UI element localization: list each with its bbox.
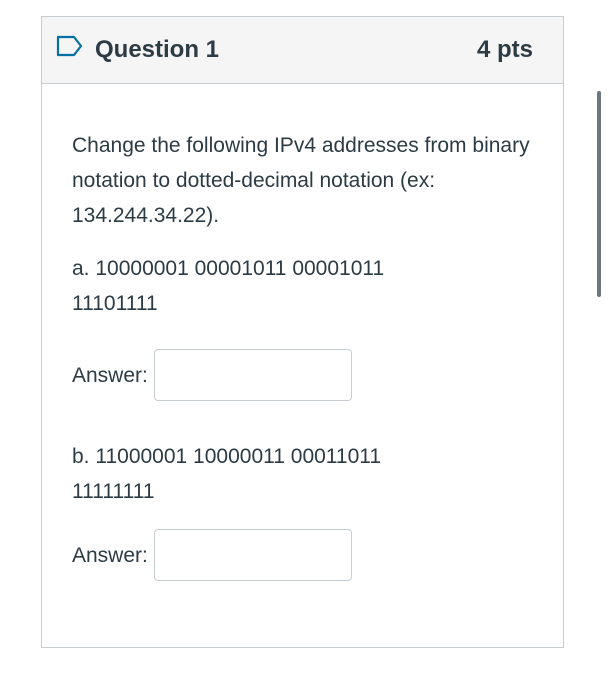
item-b-line2: 11111111 [72,480,155,503]
question-title: Question 1 [95,36,220,63]
item-b-text: b. 11000001 10000011 00011011 11111111 [72,439,533,509]
bookmark-flag-icon[interactable] [56,35,84,57]
answer-label-a: Answer: [72,363,148,387]
answer-input-b[interactable] [153,529,352,581]
answer-row-a: Answer: [72,347,533,403]
answer-label-b: Answer: [72,543,148,567]
question-prompt: Change the following IPv4 addresses from… [72,134,530,227]
item-b-line1: b. 11000001 10000011 00011011 [72,445,382,468]
question-points: 4 pts [476,36,533,63]
answer-input-a[interactable] [153,349,352,401]
item-a-line2: 11101111 [72,292,158,315]
question-body: Change the following IPv4 addresses from… [42,84,563,583]
question-header: Question 1 4 pts [42,17,563,84]
item-a-line1: a. 10000001 00001011 00001011 [72,257,385,280]
question-card: Question 1 4 pts Change the following IP… [41,16,564,648]
vertical-scrollbar[interactable] [597,91,601,297]
answer-row-b: Answer: [72,527,533,583]
item-a-text: a. 10000001 00001011 00001011 11101111 [72,251,533,321]
